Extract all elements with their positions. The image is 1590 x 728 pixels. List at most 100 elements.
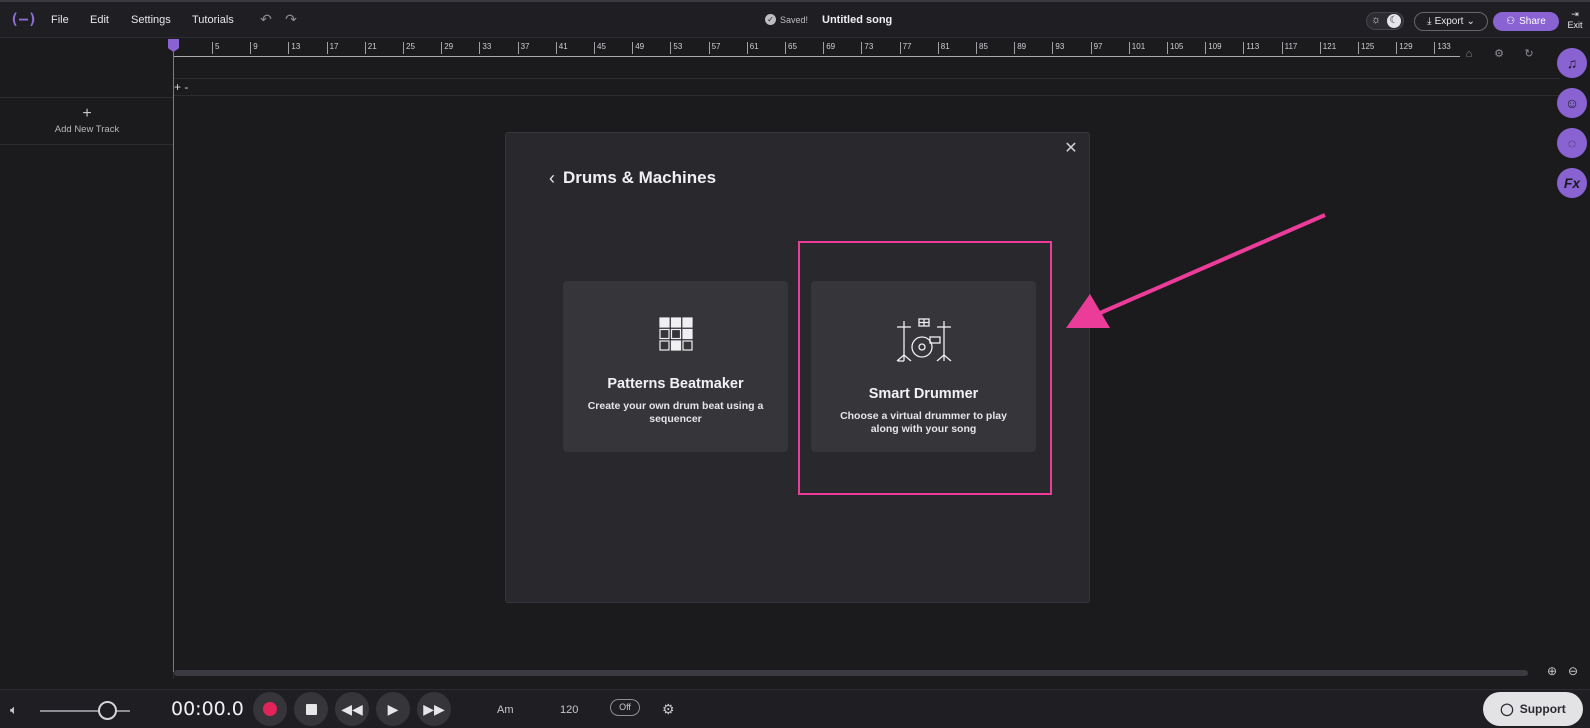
horizontal-scrollbar[interactable] xyxy=(174,670,1528,676)
grid-icon xyxy=(659,317,693,351)
check-icon: ✓ xyxy=(765,14,776,25)
moon-icon: ☾ xyxy=(1387,14,1401,28)
track-height-controls[interactable]: + - xyxy=(174,79,188,95)
zoom-out-icon[interactable]: ⊖ xyxy=(1566,664,1580,678)
save-status: ✓ Saved! xyxy=(765,14,808,25)
playhead-line xyxy=(173,52,174,672)
add-track-label: Add New Track xyxy=(54,124,120,135)
metronome-toggle[interactable]: Off xyxy=(610,699,640,716)
plus-icon: + xyxy=(82,105,92,122)
rewind-icon: ◀◀ xyxy=(341,701,363,717)
ruler-bar-label: 69 xyxy=(823,42,835,54)
key-selector[interactable]: Am xyxy=(497,704,514,716)
ruler-bar-label: 117 xyxy=(1281,42,1297,54)
settings-icon[interactable]: ⚙ xyxy=(1492,47,1506,61)
ruler-bar-label: 85 xyxy=(976,42,988,54)
back-button[interactable]: ‹ Drums & Machines xyxy=(549,167,716,189)
share-button[interactable]: ⚇ Share xyxy=(1493,12,1559,31)
stop-icon xyxy=(305,703,317,715)
fx-icon[interactable]: Fx xyxy=(1557,168,1587,198)
dialog-title: Drums & Machines xyxy=(563,168,717,187)
gear-icon[interactable]: ⚙ xyxy=(662,701,675,718)
theme-toggle[interactable]: ☼ ☾ xyxy=(1366,12,1404,30)
card-title: Patterns Beatmaker xyxy=(607,376,744,392)
support-button[interactable]: ◯ Support xyxy=(1483,692,1583,726)
chevron-down-icon: ⌄ xyxy=(1466,16,1475,27)
play-icon: ▶ xyxy=(387,701,399,717)
refresh-icon[interactable]: ↻ xyxy=(1522,47,1536,61)
menu-file[interactable]: File xyxy=(51,14,69,26)
ruler-bar-label: 129 xyxy=(1396,42,1413,54)
sun-icon: ☼ xyxy=(1371,14,1382,26)
ruler-bar-label: 9 xyxy=(250,42,258,54)
ruler-bar-label: 89 xyxy=(1014,42,1026,54)
ruler-bar-label: 77 xyxy=(899,42,912,54)
time-display: 00:00.0 xyxy=(171,698,244,720)
download-icon: ⤓ xyxy=(1427,16,1432,27)
patterns-beatmaker-card[interactable]: Patterns Beatmaker Create your own drum … xyxy=(563,281,788,452)
ruler-bar-label: 97 xyxy=(1090,42,1103,54)
track-zoom-row: + - xyxy=(174,78,1560,96)
ruler-bar-label: 133 xyxy=(1434,42,1451,54)
transport-bar: 🔈︎ 00:00.0 ◀◀ ▶ ▶▶ Am 120 Off ⚙ ◯ Suppor… xyxy=(0,689,1590,728)
menu-tutorials[interactable]: Tutorials xyxy=(192,14,234,26)
ruler-bar-label: 21 xyxy=(364,42,377,54)
support-label: Support xyxy=(1519,702,1566,716)
exit-label: Exit xyxy=(1567,20,1583,30)
ruler-bar-label: 53 xyxy=(670,42,682,54)
tempo-bpm[interactable]: 120 xyxy=(560,704,578,716)
ruler-bar-label: 25 xyxy=(403,42,415,54)
ruler-bar-label: 121 xyxy=(1319,42,1336,54)
share-label: Share xyxy=(1519,16,1546,27)
chevron-left-icon: ‹ xyxy=(549,168,555,188)
redo-icon[interactable]: ↷ xyxy=(283,11,299,27)
music-note-icon[interactable]: ♫ xyxy=(1557,48,1587,78)
undo-icon[interactable]: ↶ xyxy=(258,11,274,27)
users-icon: ⚇ xyxy=(1506,16,1516,27)
stop-button[interactable] xyxy=(294,692,328,726)
menu-settings[interactable]: Settings xyxy=(131,14,171,26)
timeline-ruler[interactable]: 5 9 13 17 21 25 29 33 37 41 45 49 53 57 61 65 69 73 77 81 85… xyxy=(174,39,1460,57)
ruler-bar-label: 57 xyxy=(708,42,721,54)
export-label: Export xyxy=(1434,16,1464,27)
exit-icon: ⇥ xyxy=(1571,9,1579,19)
logo[interactable]: (—) xyxy=(10,10,37,30)
fast-forward-button[interactable]: ▶▶ xyxy=(417,692,451,726)
ruler-bar-label: 61 xyxy=(746,42,759,54)
song-title[interactable]: Untitled song xyxy=(822,14,892,26)
ruler-bar-label: 17 xyxy=(326,42,339,54)
collaborators-icon[interactable]: ☺ xyxy=(1557,88,1587,118)
chat-icon[interactable]: ◌ xyxy=(1557,128,1587,158)
volume-slider-knob[interactable] xyxy=(98,701,117,720)
ruler-bar-label: 109 xyxy=(1205,42,1222,54)
ruler-bar-label: 41 xyxy=(555,42,568,54)
ruler-bar-label: 49 xyxy=(632,42,644,54)
close-icon[interactable]: ✕ xyxy=(1063,141,1079,157)
ruler-bar-label: 113 xyxy=(1243,42,1259,54)
volume-icon[interactable]: 🔈︎ xyxy=(10,702,18,718)
ruler-bar-label: 5 xyxy=(212,42,219,54)
ruler-bar-label: 29 xyxy=(441,42,453,54)
track-panel: + Add New Track xyxy=(0,39,174,679)
rewind-button[interactable]: ◀◀ xyxy=(335,692,369,726)
ruler-bar-label: 73 xyxy=(861,42,873,54)
play-button[interactable]: ▶ xyxy=(376,692,410,726)
ruler-bar-label: 65 xyxy=(785,42,797,54)
record-icon xyxy=(263,702,277,716)
fast-forward-icon: ▶▶ xyxy=(423,701,445,717)
ruler-bar-label: 33 xyxy=(479,42,491,54)
card-description: Create your own drum beat using a sequen… xyxy=(587,400,764,425)
export-button[interactable]: ⤓ Export ⌄ xyxy=(1414,12,1488,31)
menu-edit[interactable]: Edit xyxy=(90,14,109,26)
ruler-bar-label: 105 xyxy=(1167,42,1183,54)
exit-button[interactable]: ⇥ Exit xyxy=(1564,9,1586,31)
record-button[interactable] xyxy=(253,692,287,726)
ruler-bar-label: 13 xyxy=(288,42,300,54)
add-new-track-button[interactable]: + Add New Track xyxy=(0,97,174,145)
zoom-in-icon[interactable]: ⊕ xyxy=(1545,664,1559,678)
top-bar: (—) File Edit Settings Tutorials ↶ ↷ ✓ S… xyxy=(0,0,1590,38)
chat-bubble-icon: ◯ xyxy=(1500,702,1514,716)
ruler-bar-label: 125 xyxy=(1358,42,1374,54)
pointer-arrow xyxy=(1066,213,1326,328)
loop-icon[interactable]: ⌂ xyxy=(1462,47,1476,61)
